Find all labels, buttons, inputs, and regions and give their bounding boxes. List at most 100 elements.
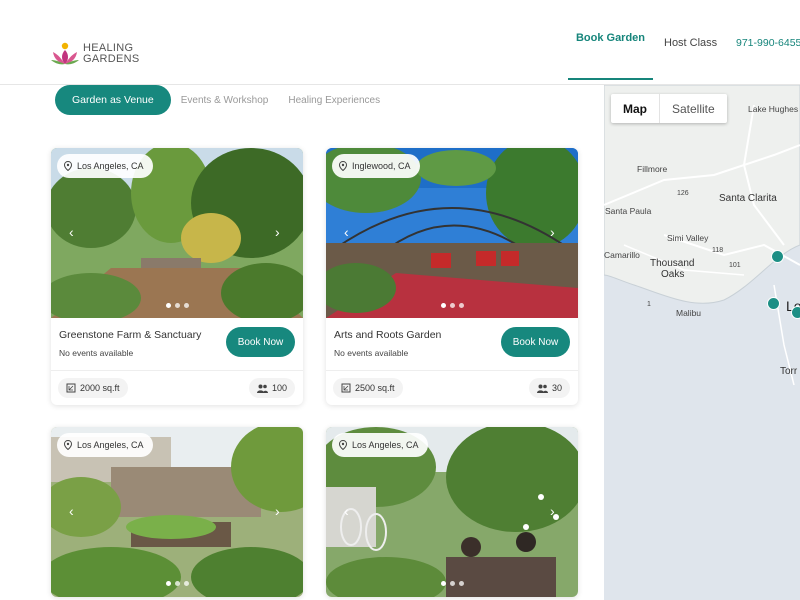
location-text: Inglewood, CA: [352, 161, 411, 171]
next-photo-icon[interactable]: ›: [275, 504, 289, 518]
people-icon: [536, 384, 548, 393]
venue-name[interactable]: Arts and Roots Garden: [334, 329, 441, 341]
venue-photo[interactable]: Los Angeles, CA ‹ ›: [326, 427, 578, 597]
venue-info: Greenstone Farm & Sanctuary No events av…: [51, 318, 303, 370]
map-view-button[interactable]: Map: [611, 94, 659, 123]
carousel-dot[interactable]: [440, 303, 446, 308]
prev-photo-icon[interactable]: ‹: [69, 504, 83, 518]
location-pin-icon: [338, 161, 348, 171]
venue-photo[interactable]: Los Angeles, CA ‹ ›: [51, 427, 303, 597]
next-photo-icon[interactable]: ›: [275, 225, 289, 239]
venue-map-marker[interactable]: [771, 250, 784, 263]
location-pin-icon: [338, 440, 348, 450]
capacity-chip: 100: [248, 378, 295, 398]
nav-phone-link[interactable]: 971-990-6455: [736, 0, 800, 85]
brand-name-line2: GARDENS: [83, 53, 140, 65]
venue-stats: 2500 sq.ft 30: [326, 370, 578, 405]
area-value: 2500 sq.ft: [355, 383, 395, 393]
site-header: HEALING GARDENS Book Garden Host Class 9…: [0, 0, 800, 85]
prev-photo-icon[interactable]: ‹: [69, 225, 83, 239]
location-text: Los Angeles, CA: [352, 440, 419, 450]
area-chip: 2500 sq.ft: [333, 378, 403, 398]
venue-card[interactable]: Los Angeles, CA ‹ ›: [326, 427, 578, 597]
venue-photo[interactable]: Inglewood, CA ‹ ›: [326, 148, 578, 318]
map-label: Oaks: [661, 269, 685, 280]
map-label: Santa Paula: [605, 206, 652, 216]
carousel-dots: [51, 303, 303, 308]
map-label: Torr: [780, 366, 798, 377]
map-terrain: [604, 85, 800, 600]
carousel-dot[interactable]: [449, 303, 455, 308]
map-label: Fillmore: [637, 164, 668, 174]
location-pin-icon: [63, 440, 73, 450]
location-badge: Inglewood, CA: [332, 154, 420, 178]
lotus-logo-icon: [51, 42, 79, 65]
nav-host-class[interactable]: Host Class: [664, 0, 717, 85]
venue-stats: 2000 sq.ft 100: [51, 370, 303, 405]
location-text: Los Angeles, CA: [77, 440, 144, 450]
prev-photo-icon[interactable]: ‹: [344, 225, 358, 239]
area-icon: [341, 383, 351, 393]
brand-logo[interactable]: HEALING GARDENS: [51, 42, 140, 66]
carousel-dot[interactable]: [165, 581, 171, 586]
map-label: Camarillo: [604, 250, 640, 260]
next-photo-icon[interactable]: ›: [550, 504, 564, 518]
venue-info: Arts and Roots Garden No events availabl…: [326, 318, 578, 370]
carousel-dots: [51, 581, 303, 586]
people-icon: [256, 384, 268, 393]
carousel-dots: [326, 581, 578, 586]
venue-map-marker[interactable]: [767, 297, 780, 310]
route-shield-icon: 118: [712, 247, 724, 254]
carousel-dot[interactable]: [458, 581, 464, 586]
carousel-dot[interactable]: [174, 303, 180, 308]
brand-wordmark: HEALING GARDENS: [83, 43, 140, 65]
carousel-dot[interactable]: [174, 581, 180, 586]
route-shield-icon: 101: [729, 262, 741, 269]
venue-card[interactable]: Los Angeles, CA ‹ ›: [51, 427, 303, 597]
area-icon: [66, 383, 76, 393]
next-photo-icon[interactable]: ›: [550, 225, 564, 239]
tab-healing-experiences[interactable]: Healing Experiences: [278, 85, 390, 115]
map-type-toggle: Map Satellite: [611, 94, 727, 123]
location-text: Los Angeles, CA: [77, 161, 144, 171]
carousel-dot[interactable]: [165, 303, 171, 308]
carousel-dot[interactable]: [440, 581, 446, 586]
location-badge: Los Angeles, CA: [332, 433, 428, 457]
book-now-button[interactable]: Book Now: [501, 327, 570, 357]
map-label: Thousand: [650, 258, 695, 269]
venue-events-status: No events available: [334, 348, 409, 358]
location-badge: Los Angeles, CA: [57, 154, 153, 178]
satellite-view-button[interactable]: Satellite: [659, 94, 727, 123]
venue-map[interactable]: Map Satellite Lake Hughes Fillmore Santa…: [604, 85, 800, 600]
map-label: Malibu: [676, 308, 702, 318]
capacity-chip: 30: [528, 378, 570, 398]
carousel-dot[interactable]: [449, 581, 455, 586]
tab-events-workshop[interactable]: Events & Workshop: [171, 85, 279, 115]
venue-name[interactable]: Greenstone Farm & Sanctuary: [59, 329, 201, 341]
venue-card[interactable]: Inglewood, CA ‹ › Arts and Roots Garden …: [326, 148, 578, 405]
area-chip: 2000 sq.ft: [58, 378, 128, 398]
carousel-dot[interactable]: [458, 303, 464, 308]
book-now-button[interactable]: Book Now: [226, 327, 295, 357]
prev-photo-icon[interactable]: ‹: [344, 504, 358, 518]
map-label: Lake Hughes: [748, 104, 799, 114]
carousel-dots: [326, 303, 578, 308]
route-shield-icon: 126: [677, 190, 689, 197]
map-label: Santa Clarita: [719, 193, 777, 204]
location-pin-icon: [63, 161, 73, 171]
category-tabs: Garden as Venue Events & Workshop Healin…: [55, 85, 391, 115]
nav-book-garden[interactable]: Book Garden: [568, 0, 653, 80]
tab-garden-as-venue[interactable]: Garden as Venue: [55, 85, 171, 115]
capacity-value: 100: [271, 383, 287, 393]
venue-events-status: No events available: [59, 348, 134, 358]
carousel-dot[interactable]: [183, 581, 189, 586]
map-label: Simi Valley: [667, 233, 709, 243]
venue-map-marker[interactable]: [791, 306, 800, 319]
venue-card[interactable]: Los Angeles, CA ‹ › Greenstone Farm & Sa…: [51, 148, 303, 405]
route-shield-icon: 1: [647, 301, 651, 308]
location-badge: Los Angeles, CA: [57, 433, 153, 457]
capacity-value: 30: [551, 383, 562, 393]
carousel-dot[interactable]: [183, 303, 189, 308]
venue-photo[interactable]: Los Angeles, CA ‹ ›: [51, 148, 303, 318]
area-value: 2000 sq.ft: [80, 383, 120, 393]
